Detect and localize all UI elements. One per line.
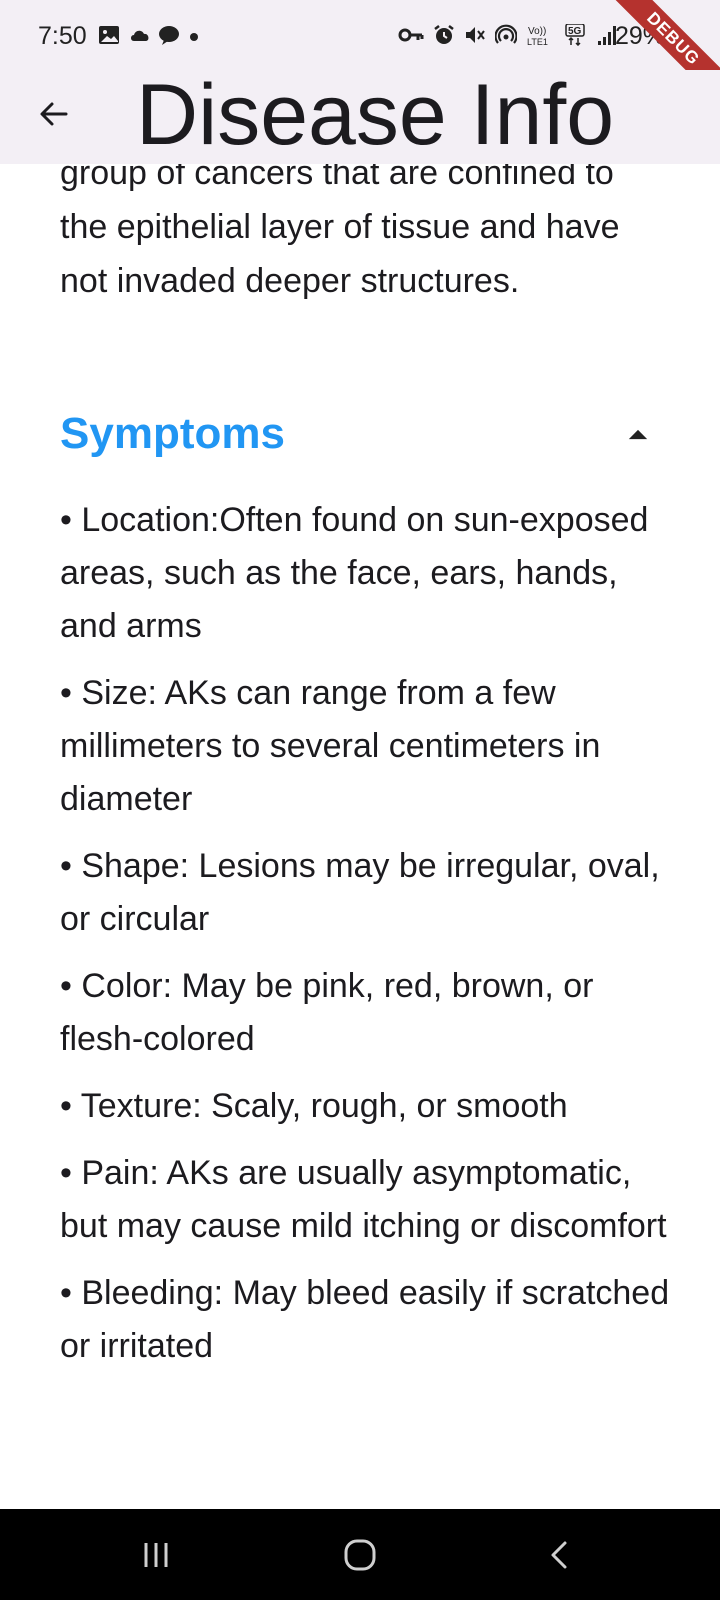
symptom-size: • Size: AKs can range from a few millime…	[60, 674, 601, 818]
arrow-up-icon	[628, 429, 648, 439]
symptom-list: • Location:Often found on sun-exposed ar…	[60, 494, 670, 1387]
status-time: 7:50	[38, 22, 87, 50]
svg-text:5G: 5G	[568, 26, 582, 37]
symptom-pain: • Pain: AKs are usually asymptomatic, bu…	[60, 1154, 667, 1245]
back-button[interactable]	[28, 88, 80, 140]
symptom-shape: • Shape: Lesions may be irregular, oval,…	[60, 847, 660, 938]
svg-text:Vo)): Vo))	[528, 26, 546, 37]
hotspot-icon	[494, 24, 518, 46]
symptom-bleeding: • Bleeding: May bleed easily if scratche…	[60, 1274, 670, 1365]
home-button[interactable]	[330, 1529, 390, 1581]
recent-apps-button[interactable]	[126, 1529, 186, 1581]
page-title: Disease Info	[136, 67, 615, 163]
volte-icon: Vo)) LTE1	[526, 24, 554, 47]
recent-apps-icon	[144, 1543, 168, 1567]
alarm-icon	[433, 24, 455, 46]
battery-level: 29%	[615, 22, 666, 50]
app-bar: Disease Info	[0, 70, 720, 164]
chat-bubble-icon	[158, 24, 180, 46]
system-nav-bar	[0, 1509, 720, 1600]
symptom-location: • Location:Often found on sun-exposed ar…	[60, 501, 649, 645]
svg-text:LTE1: LTE1	[527, 37, 548, 46]
symptoms-section-header[interactable]: Symptoms	[60, 404, 660, 464]
system-back-button[interactable]	[530, 1529, 590, 1581]
symptom-color: • Color: May be pink, red, brown, or fle…	[60, 967, 594, 1058]
home-icon	[344, 1539, 376, 1571]
collapse-toggle-button[interactable]	[624, 422, 652, 446]
cloud-icon	[128, 24, 150, 46]
description-text: group of cancers that are confined to th…	[60, 164, 620, 300]
mute-icon	[464, 24, 486, 46]
back-icon	[551, 1541, 567, 1569]
status-notification-icons	[98, 24, 200, 46]
gallery-icon	[98, 24, 120, 46]
disease-info-content[interactable]: group of cancers that are confined to th…	[0, 164, 720, 1509]
arrow-back-icon	[40, 102, 68, 126]
vpn-key-icon	[398, 24, 424, 46]
symptom-texture: • Texture: Scaly, rough, or smooth	[60, 1087, 568, 1125]
dot-icon	[188, 24, 200, 46]
status-bar: 7:50 Vo)) LTE1 5G 29%	[0, 0, 720, 70]
symptoms-title: Symptoms	[60, 409, 285, 458]
5g-icon: 5G	[563, 23, 587, 47]
status-system-icons: Vo)) LTE1 5G	[398, 23, 618, 47]
